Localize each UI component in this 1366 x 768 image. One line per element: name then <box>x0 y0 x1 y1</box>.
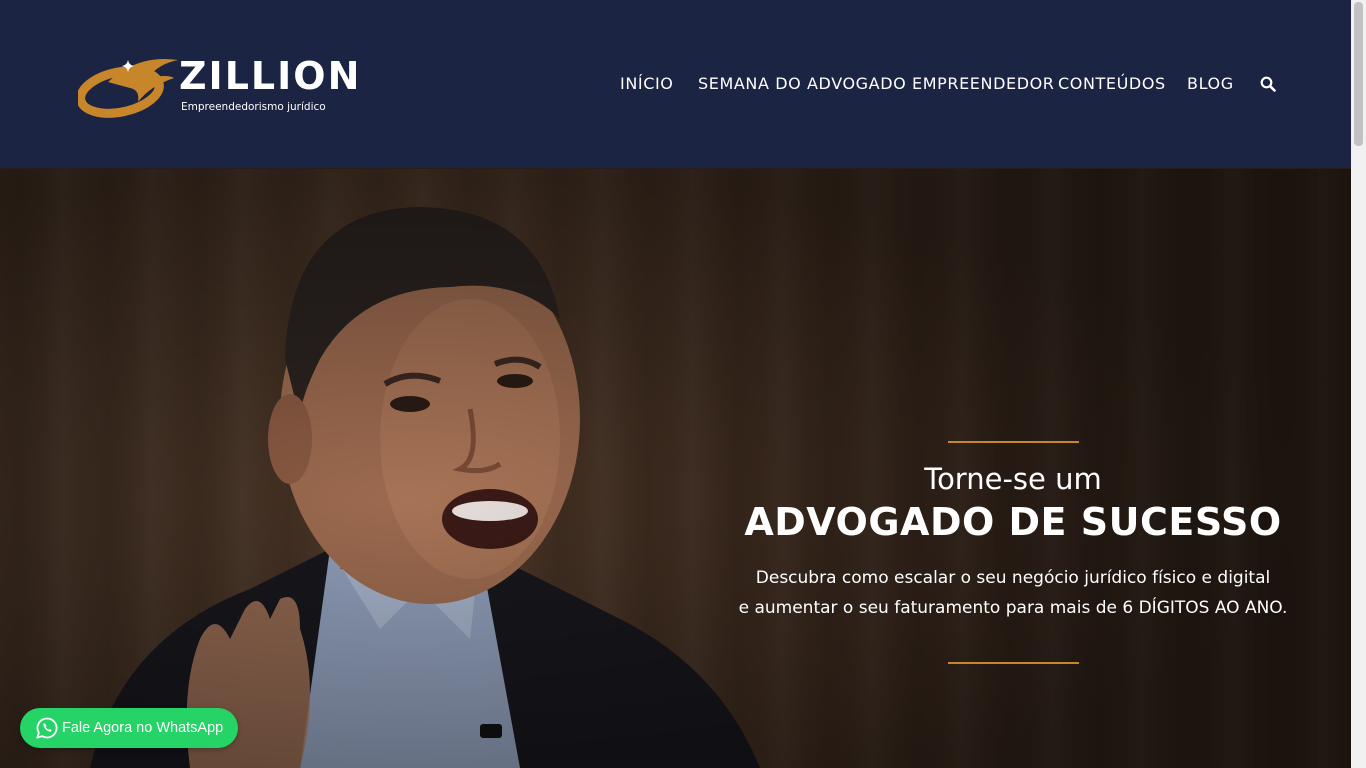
whatsapp-icon <box>36 717 58 739</box>
page: ZILLION Empreendedorismo jurídico INÍCIO… <box>0 0 1366 768</box>
search-icon[interactable] <box>1260 76 1276 92</box>
logo-tagline: Empreendedorismo jurídico <box>181 101 326 113</box>
whatsapp-button[interactable]: Fale Agora no WhatsApp <box>20 708 238 748</box>
nav-item-inicio[interactable]: INÍCIO <box>620 72 674 96</box>
scrollbar[interactable] <box>1351 0 1366 768</box>
hero-pretitle: Torne-se um <box>924 462 1102 496</box>
nav-item-conteudos[interactable]: CONTEÚDOS <box>1058 72 1166 96</box>
hero-description-line1: Descubra como escalar o seu negócio jurí… <box>755 568 1271 588</box>
main-nav: INÍCIO SEMANA DO ADVOGADO EMPREENDEDOR C… <box>0 72 1351 96</box>
hero-description-line2: e aumentar o seu faturamento para mais d… <box>738 598 1288 618</box>
hero-content: Torne-se um ADVOGADO DE SUCESSO Descubra… <box>700 169 1326 768</box>
site-header: ZILLION Empreendedorismo jurídico INÍCIO… <box>0 0 1351 169</box>
whatsapp-button-label: Fale Agora no WhatsApp <box>62 720 224 736</box>
hero-title: ADVOGADO DE SUCESSO <box>744 500 1282 544</box>
scrollbar-thumb[interactable] <box>1354 2 1363 146</box>
nav-item-semana[interactable]: SEMANA DO ADVOGADO EMPREENDEDOR <box>698 72 1055 96</box>
hero-top-rule <box>948 441 1079 443</box>
hero-bottom-rule <box>948 662 1079 664</box>
hero-banner: Torne-se um ADVOGADO DE SUCESSO Descubra… <box>0 169 1351 768</box>
nav-item-blog[interactable]: BLOG <box>1187 72 1234 96</box>
